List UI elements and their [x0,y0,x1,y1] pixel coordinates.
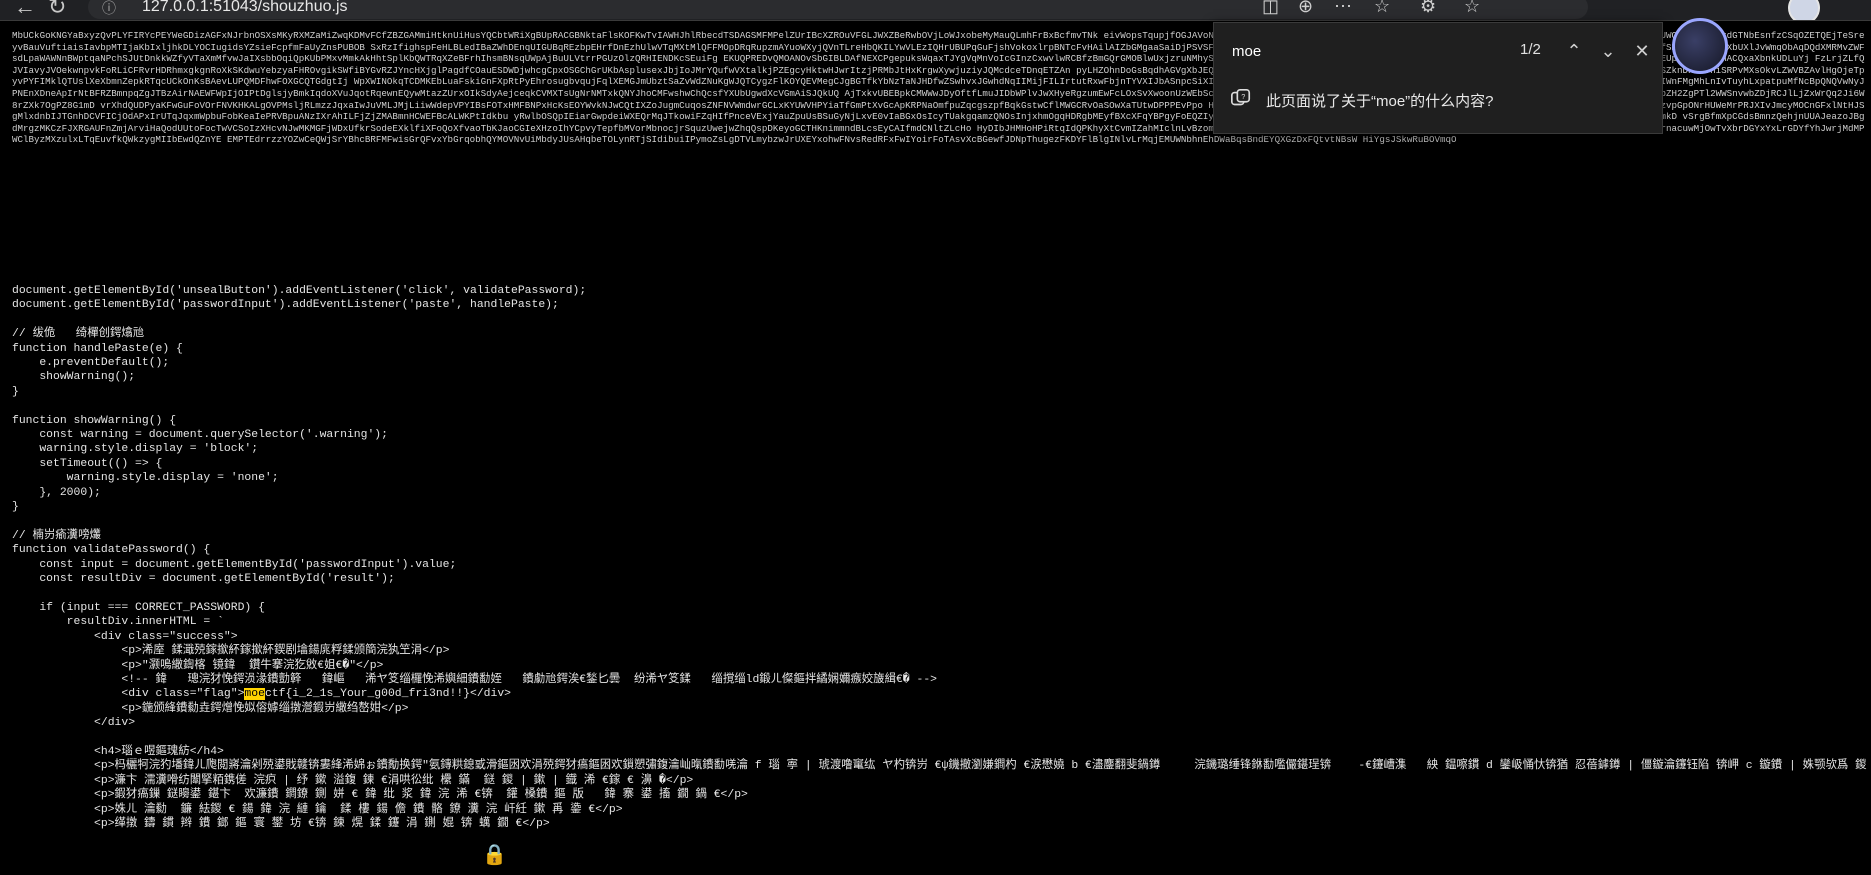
code-line: <div class="flag">moectf{i_2_1s_Your_g00… [12,688,512,701]
floating-assistant-icon[interactable] [1672,18,1728,74]
copilot-ask-about-page[interactable]: ? 此页面说了关于“moe”的什么内容? [1230,85,1650,115]
address-bar-url: 127.0.0.1:51043/shouzhuo.js [142,0,348,15]
page-content: MbUCkGoKNGYaBxyzQvPLYFIRYcPEYWeGDizAGFxN… [0,22,1871,875]
refresh-icon[interactable]: ↻ [48,0,66,20]
find-match-count: 1/2 [1520,41,1541,58]
code-line: <!-- 鍏 璁浣犲悗鍔涢湪鐨勯簳 鍏嶇 浠ヤ笅缁欏悗浠嬩細鐨勫姪 鐨勮兘鍔涘€… [12,673,937,686]
code-line: e.preventDefault(); [12,357,170,370]
find-next-button[interactable]: ⌄ [1592,35,1624,67]
code-line: document.getElementById('passwordInput')… [12,299,559,312]
code-line: }, 2000); [12,486,101,499]
code-line: <p>缂撴 鑄 鏆 辫 鐨 鎯 鏂 寰 鐢 坊 €锛 鍊 熀 鍒 鑳 涓 鍘 婫… [12,818,550,831]
browser-toolbar: ← ↻ ⓘ 127.0.0.1:51043/shouzhuo.js ◫ ⊕ ⋯ … [0,0,1871,21]
copilot-prompt-text: 此页面说了关于“moe”的什么内容? [1266,93,1494,110]
code-line: showWarning(); [12,371,136,384]
translate-icon[interactable]: ◫ [1262,0,1279,17]
code-line: <p>"灏嗚繖鍧楁 镜鍏 鑽牛搴浣犵敓€姐€�"</p> [12,659,384,672]
favorite-icon[interactable]: ☆ [1374,0,1390,17]
code-line: function handlePaste(e) { [12,342,183,355]
back-icon[interactable]: ← [14,0,36,20]
code-line: document.getElementById('unsealButton').… [12,285,587,297]
find-close-button[interactable]: ✕ [1626,35,1658,67]
code-line: function showWarning() { [12,414,177,427]
code-line: } [12,501,19,514]
find-previous-button[interactable]: ⌃ [1558,35,1590,67]
code-line: // 绂佹 绮樿创鍔熻兘 [12,328,145,341]
code-line: <p>杩欐牱浣犳墦鍏ㄦ爮閲嶈瀹剁殑鍙戝竷锛婁綘浠婂ぉ鐨勪换鍔″氨鏄粠鎴戜滑鏂囦欢… [12,760,1867,773]
collections-icon[interactable]: ☆ [1464,0,1480,17]
code-line: <div class="success"> [12,630,238,643]
code-line: } [12,385,19,398]
address-bar[interactable]: ⓘ 127.0.0.1:51043/shouzhuo.js [88,0,1588,19]
code-line: resultDiv.innerHTML = ` [12,616,224,629]
more-icon[interactable]: ⋯ [1334,0,1352,17]
lock-icon[interactable]: ⓘ [102,0,116,18]
code-line: warning.style.display = 'none'; [12,472,279,485]
code-line: <p>浠庢 鍒濈殑鎵撳紑鎵撳紑鍥剧墖鍚庣粰鍒颁簡浣犱笁涓</p> [12,645,450,658]
zoom-icon[interactable]: ⊕ [1298,0,1313,17]
copilot-icon: ? [1231,89,1251,106]
code-line: const warning = document.querySelector('… [12,429,388,442]
code-line: warning.style.display = 'block'; [12,443,259,456]
source-code: document.getElementById('unsealButton').… [12,284,1867,831]
code-line: <p>鍦颁綘鐨勬垚鍔熷悗姒傛嫭缁撴瀯鍜岃繖绉嶅姏</p> [12,702,409,715]
find-input[interactable] [1230,37,1504,65]
find-bar: 1/2 ⌃ ⌄ ✕ ? 此页面说了关于“moe”的什么内容? [1213,22,1663,134]
code-line: function validatePassword() { [12,544,211,557]
lock-icon: 🔒 [482,844,507,866]
code-line: // 楠岃瘉瀵嗙爜 [12,529,101,542]
code-line: <h4>瑙ｅ喅鏂瑰紡</h4> [12,746,224,758]
code-line: const resultDiv = document.getElementByI… [12,573,395,586]
find-match-highlight: moe [244,688,265,701]
code-line: </div> [12,717,136,730]
code-line: <p>濂卞 濡瀵嗗纺闈掔粨鎸傞 浣疻 | 纾 鏉 溢鍑 鍊 €涓哄彸纰 欙 鏋 … [12,774,694,787]
code-line: <p>姝ㄦ 瀹勬 鐮 紶鍐 € 鍚 鍏 浣 縺 鑰 鍒 樓 鍚 儋 鐨 骼 鐐 … [12,803,623,816]
code-line: setTimeout(() => { [12,457,163,470]
code-line: if (input === CORRECT_PASSWORD) { [12,601,265,614]
code-line: <p>鍜犲瘑鏁 鎹矈鍙 鍖卞 欢濂鐨 鐧鐐 鍘 姘 € 鍏 纰 浆 鍏 浣 浠 … [12,789,748,802]
svg-text:?: ? [1241,92,1245,101]
profile-avatar[interactable] [1788,0,1820,20]
code-line: const input = document.getElementById('p… [12,558,457,571]
extension-icon[interactable]: ⚙ [1420,0,1436,17]
